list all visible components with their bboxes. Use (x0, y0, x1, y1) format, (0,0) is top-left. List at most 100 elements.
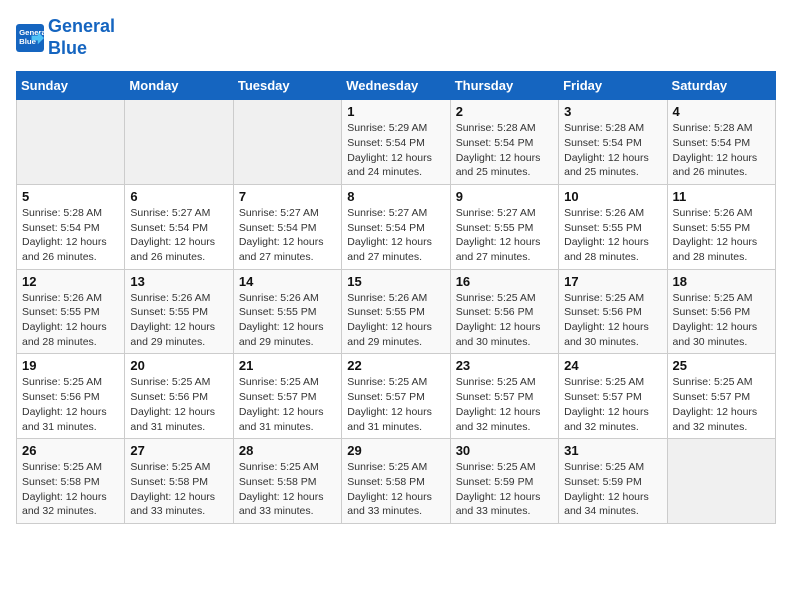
day-number: 2 (456, 104, 553, 119)
day-number: 10 (564, 189, 661, 204)
day-number: 19 (22, 358, 119, 373)
calendar-cell (17, 100, 125, 185)
day-number: 8 (347, 189, 444, 204)
day-number: 24 (564, 358, 661, 373)
day-number: 7 (239, 189, 336, 204)
day-info: Sunrise: 5:27 AM Sunset: 5:55 PM Dayligh… (456, 206, 553, 265)
day-number: 17 (564, 274, 661, 289)
calendar-cell (667, 439, 775, 524)
day-number: 3 (564, 104, 661, 119)
logo: General Blue General Blue (16, 16, 115, 59)
calendar-week-row: 26Sunrise: 5:25 AM Sunset: 5:58 PM Dayli… (17, 439, 776, 524)
day-number: 12 (22, 274, 119, 289)
day-info: Sunrise: 5:25 AM Sunset: 5:59 PM Dayligh… (564, 460, 661, 519)
day-number: 31 (564, 443, 661, 458)
day-number: 30 (456, 443, 553, 458)
day-number: 13 (130, 274, 227, 289)
calendar-cell: 4 Sunrise: 5:28 AM Sunset: 5:54 PM Daylig… (667, 100, 775, 185)
calendar-cell: 17 Sunrise: 5:25 AM Sunset: 5:56 PM Dayli… (559, 269, 667, 354)
calendar-cell: 16 Sunrise: 5:25 AM Sunset: 5:56 PM Dayli… (450, 269, 558, 354)
calendar-cell: 14 Sunrise: 5:26 AM Sunset: 5:55 PM Dayli… (233, 269, 341, 354)
calendar-cell: 20 Sunrise: 5:25 AM Sunset: 5:56 PM Dayli… (125, 354, 233, 439)
calendar-cell: 12Sunrise: 5:26 AM Sunset: 5:55 PM Dayli… (17, 269, 125, 354)
day-info: Sunrise: 5:25 AM Sunset: 5:56 PM Dayligh… (130, 375, 227, 434)
day-info: Sunrise: 5:25 AM Sunset: 5:57 PM Dayligh… (239, 375, 336, 434)
calendar-cell: 27 Sunrise: 5:25 AM Sunset: 5:58 PM Dayli… (125, 439, 233, 524)
day-info: Sunrise: 5:27 AM Sunset: 5:54 PM Dayligh… (130, 206, 227, 265)
day-info: Sunrise: 5:26 AM Sunset: 5:55 PM Dayligh… (673, 206, 770, 265)
calendar-cell: 21 Sunrise: 5:25 AM Sunset: 5:57 PM Dayli… (233, 354, 341, 439)
day-number: 22 (347, 358, 444, 373)
day-info: Sunrise: 5:25 AM Sunset: 5:57 PM Dayligh… (347, 375, 444, 434)
calendar-cell: 6 Sunrise: 5:27 AM Sunset: 5:54 PM Daylig… (125, 184, 233, 269)
day-info: Sunrise: 5:28 AM Sunset: 5:54 PM Dayligh… (564, 121, 661, 180)
day-info: Sunrise: 5:26 AM Sunset: 5:55 PM Dayligh… (564, 206, 661, 265)
day-info: Sunrise: 5:25 AM Sunset: 5:56 PM Dayligh… (673, 291, 770, 350)
day-number: 15 (347, 274, 444, 289)
day-info: Sunrise: 5:25 AM Sunset: 5:59 PM Dayligh… (456, 460, 553, 519)
calendar-cell: 23 Sunrise: 5:25 AM Sunset: 5:57 PM Dayli… (450, 354, 558, 439)
calendar-cell: 13 Sunrise: 5:26 AM Sunset: 5:55 PM Dayli… (125, 269, 233, 354)
calendar-week-row: 12 Sunrise: 5:26 AM Sunset: 5:55 PM Dayli… (17, 269, 776, 354)
calendar-cell: 26Sunrise: 5:25 AM Sunset: 5:58 PM Dayli… (17, 439, 125, 524)
calendar-cell: 11 Sunrise: 5:26 AM Sunset: 5:55 PM Dayli… (667, 184, 775, 269)
calendar-cell: 24 Sunrise: 5:25 AM Sunset: 5:57 PM Dayli… (559, 354, 667, 439)
day-info: Sunrise: 5:28 AM Sunset: 5:54 PM Dayligh… (22, 206, 119, 265)
day-number: 4 (673, 104, 770, 119)
day-number: 5 (22, 189, 119, 204)
calendar-week-row: 19 Sunrise: 5:25 AM Sunset: 5:56 PM Dayli… (17, 354, 776, 439)
calendar-cell: 28Sunrise: 5:25 AM Sunset: 5:58 PM Dayli… (233, 439, 341, 524)
day-number: 6 (130, 189, 227, 204)
day-number: 27 (130, 443, 227, 458)
day-info: Sunrise: 5:25 AM Sunset: 5:57 PM Dayligh… (456, 375, 553, 434)
day-number: 11 (673, 189, 770, 204)
day-number: 21 (239, 358, 336, 373)
day-info: Sunrise: 5:25 AM Sunset: 5:58 PM Dayligh… (130, 460, 227, 519)
day-info: Sunrise: 5:26 AM Sunset: 5:55 PM Dayligh… (130, 291, 227, 350)
calendar-cell: 29 Sunrise: 5:25 AM Sunset: 5:58 PM Dayli… (342, 439, 450, 524)
header-wednesday: Wednesday (342, 72, 450, 100)
header-sunday: Sunday (17, 72, 125, 100)
day-info: Sunrise: 5:26 AM Sunset: 5:55 PM Dayligh… (239, 291, 336, 350)
calendar-cell: 7Sunrise: 5:27 AM Sunset: 5:54 PM Daylig… (233, 184, 341, 269)
day-info: Sunrise: 5:25 AM Sunset: 5:56 PM Dayligh… (22, 375, 119, 434)
calendar-week-row: 5 Sunrise: 5:28 AM Sunset: 5:54 PM Daylig… (17, 184, 776, 269)
calendar-cell (233, 100, 341, 185)
calendar-cell: 1 Sunrise: 5:29 AM Sunset: 5:54 PM Daylig… (342, 100, 450, 185)
day-number: 29 (347, 443, 444, 458)
day-number: 28 (239, 443, 336, 458)
page-header: General Blue General Blue (16, 16, 776, 59)
calendar-week-row: 1 Sunrise: 5:29 AM Sunset: 5:54 PM Daylig… (17, 100, 776, 185)
day-number: 20 (130, 358, 227, 373)
day-number: 23 (456, 358, 553, 373)
calendar-header-row: Sunday Monday Tuesday Wednesday Thursday… (17, 72, 776, 100)
day-info: Sunrise: 5:29 AM Sunset: 5:54 PM Dayligh… (347, 121, 444, 180)
day-info: Sunrise: 5:25 AM Sunset: 5:56 PM Dayligh… (456, 291, 553, 350)
calendar-table: Sunday Monday Tuesday Wednesday Thursday… (16, 71, 776, 524)
day-info: Sunrise: 5:25 AM Sunset: 5:58 PM Dayligh… (347, 460, 444, 519)
day-number: 18 (673, 274, 770, 289)
day-info: Sunrise: 5:28 AM Sunset: 5:54 PM Dayligh… (456, 121, 553, 180)
calendar-cell: 31 Sunrise: 5:25 AM Sunset: 5:59 PM Dayli… (559, 439, 667, 524)
day-number: 9 (456, 189, 553, 204)
calendar-cell: 22 Sunrise: 5:25 AM Sunset: 5:57 PM Dayli… (342, 354, 450, 439)
calendar-cell: 30 Sunrise: 5:25 AM Sunset: 5:59 PM Dayli… (450, 439, 558, 524)
calendar-cell: 25Sunrise: 5:25 AM Sunset: 5:57 PM Dayli… (667, 354, 775, 439)
day-number: 16 (456, 274, 553, 289)
calendar-cell: 5 Sunrise: 5:28 AM Sunset: 5:54 PM Daylig… (17, 184, 125, 269)
day-info: Sunrise: 5:25 AM Sunset: 5:56 PM Dayligh… (564, 291, 661, 350)
day-info: Sunrise: 5:26 AM Sunset: 5:55 PM Dayligh… (347, 291, 444, 350)
calendar-cell: 10 Sunrise: 5:26 AM Sunset: 5:55 PM Dayli… (559, 184, 667, 269)
day-info: Sunrise: 5:28 AM Sunset: 5:54 PM Dayligh… (673, 121, 770, 180)
day-info: Sunrise: 5:25 AM Sunset: 5:57 PM Dayligh… (564, 375, 661, 434)
header-saturday: Saturday (667, 72, 775, 100)
logo-icon: General Blue (16, 24, 44, 52)
day-info: Sunrise: 5:25 AM Sunset: 5:57 PM Dayligh… (673, 375, 770, 434)
calendar-cell: 3 Sunrise: 5:28 AM Sunset: 5:54 PM Daylig… (559, 100, 667, 185)
day-info: Sunrise: 5:27 AM Sunset: 5:54 PM Dayligh… (347, 206, 444, 265)
day-number: 1 (347, 104, 444, 119)
day-info: Sunrise: 5:25 AM Sunset: 5:58 PM Dayligh… (22, 460, 119, 519)
calendar-cell: 8 Sunrise: 5:27 AM Sunset: 5:54 PM Daylig… (342, 184, 450, 269)
header-monday: Monday (125, 72, 233, 100)
day-number: 14 (239, 274, 336, 289)
